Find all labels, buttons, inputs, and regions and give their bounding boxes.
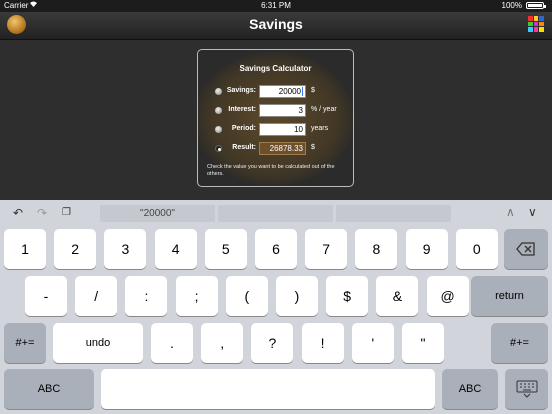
savings-radio[interactable] <box>215 88 222 95</box>
result-field[interactable]: 26878.33 <box>259 142 306 155</box>
savings-unit: $ <box>311 87 315 94</box>
return-key[interactable]: return <box>471 276 548 316</box>
keyboard-dismiss-icon <box>516 380 537 398</box>
key-colon[interactable]: : <box>125 276 168 316</box>
period-radio[interactable] <box>215 126 222 133</box>
hint-text: Check the value you want to be calculate… <box>207 164 335 177</box>
status-bar: Carrier 6:31 PM 100% <box>0 0 552 12</box>
prediction-empty-1[interactable] <box>218 205 333 222</box>
result-label: Result: <box>232 144 256 151</box>
key-1[interactable]: 1 <box>4 229 46 269</box>
key-slash[interactable]: / <box>75 276 118 316</box>
backspace-icon <box>516 242 535 256</box>
period-row: Period: 10 years <box>198 123 353 137</box>
interest-row: Interest: 3 % / year <box>198 104 353 118</box>
symbols-key-right[interactable]: #+= <box>491 323 548 363</box>
key-dollar[interactable]: $ <box>326 276 369 316</box>
space-key[interactable] <box>101 369 435 409</box>
status-time: 6:31 PM <box>261 1 291 10</box>
savings-input[interactable]: 20000 <box>259 85 306 98</box>
key-apostrophe[interactable]: ' <box>351 323 394 363</box>
key-semicolon[interactable]: ; <box>175 276 218 316</box>
key-ampersand[interactable]: & <box>376 276 419 316</box>
text-caret <box>302 87 303 97</box>
key-0[interactable]: 0 <box>455 229 498 269</box>
result-radio[interactable] <box>215 145 222 152</box>
keyboard: ↶ ↷ ❐ "20000" ∧ ∨ 1 2 3 4 5 6 7 8 9 0 - /:;() $ & @ ret… <box>0 200 552 414</box>
paste-icon[interactable]: ❐ <box>62 207 71 218</box>
period-unit: years <box>311 125 329 132</box>
chevron-up-icon[interactable]: ∧ <box>506 205 515 219</box>
savings-calculator-panel: Savings Calculator Savings: 20000 $ Inte… <box>197 49 354 187</box>
abc-key-right[interactable]: ABC <box>442 369 498 409</box>
battery-percent: 100% <box>501 1 522 10</box>
key-hyphen[interactable]: - <box>25 276 67 316</box>
key-8[interactable]: 8 <box>355 229 398 269</box>
redo-icon[interactable]: ↷ <box>37 206 47 220</box>
chevron-down-icon[interactable]: ∨ <box>528 205 537 219</box>
result-row: Result: 26878.33 $ <box>198 142 353 156</box>
dismiss-keyboard-key[interactable] <box>505 369 548 409</box>
symbols-key-left[interactable]: #+= <box>4 323 46 363</box>
key-at[interactable]: @ <box>426 276 469 316</box>
key-9[interactable]: 9 <box>405 229 448 269</box>
key-exclamation[interactable]: ! <box>301 323 344 363</box>
key-comma[interactable]: , <box>201 323 244 363</box>
battery-icon <box>526 2 546 9</box>
page-title: Savings <box>249 16 303 32</box>
key-3[interactable]: 3 <box>104 229 147 269</box>
savings-label: Savings: <box>226 87 256 94</box>
main-content: Savings Calculator Savings: 20000 $ Inte… <box>0 40 552 200</box>
nav-bar: Savings <box>0 12 552 40</box>
key-quote[interactable]: " <box>402 323 444 363</box>
calculator-title: Savings Calculator <box>239 64 312 73</box>
interest-label: Interest: <box>228 106 256 113</box>
abc-key-left[interactable]: ABC <box>4 369 94 409</box>
savings-row: Savings: 20000 $ <box>198 85 353 99</box>
key-question[interactable]: ? <box>251 323 294 363</box>
period-label: Period: <box>231 125 256 132</box>
color-grid-icon[interactable] <box>528 16 544 32</box>
key-4[interactable]: 4 <box>154 229 197 269</box>
period-input[interactable]: 10 <box>259 123 306 136</box>
prediction-suggestion[interactable]: "20000" <box>100 205 215 222</box>
key-5[interactable]: 5 <box>204 229 247 269</box>
keyboard-toolbar: ↶ ↷ ❐ "20000" ∧ ∨ <box>0 200 552 227</box>
interest-radio[interactable] <box>215 107 222 114</box>
prediction-empty-2[interactable] <box>336 205 451 222</box>
result-unit: $ <box>311 144 315 151</box>
key-period[interactable]: . <box>151 323 193 363</box>
key-close-paren[interactable]: ) <box>276 276 318 316</box>
key-2[interactable]: 2 <box>54 229 97 269</box>
undo-icon[interactable]: ↶ <box>13 206 23 220</box>
key-6[interactable]: 6 <box>255 229 297 269</box>
interest-unit: % / year <box>311 106 337 113</box>
interest-input[interactable]: 3 <box>259 104 306 117</box>
key-7[interactable]: 7 <box>305 229 348 269</box>
key-open-paren[interactable]: ( <box>225 276 268 316</box>
backspace-key[interactable] <box>504 229 548 269</box>
undo-key[interactable]: undo <box>53 323 143 363</box>
